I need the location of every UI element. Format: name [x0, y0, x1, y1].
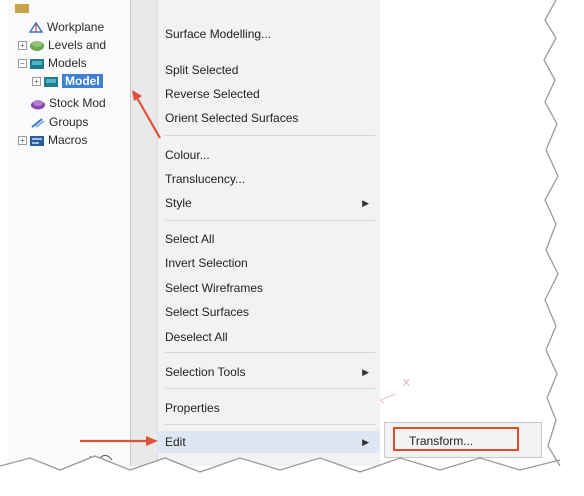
screenshot-stage: Workplane + Levels and − Models + Model … [0, 0, 584, 496]
torn-edge-decoration [0, 0, 584, 496]
